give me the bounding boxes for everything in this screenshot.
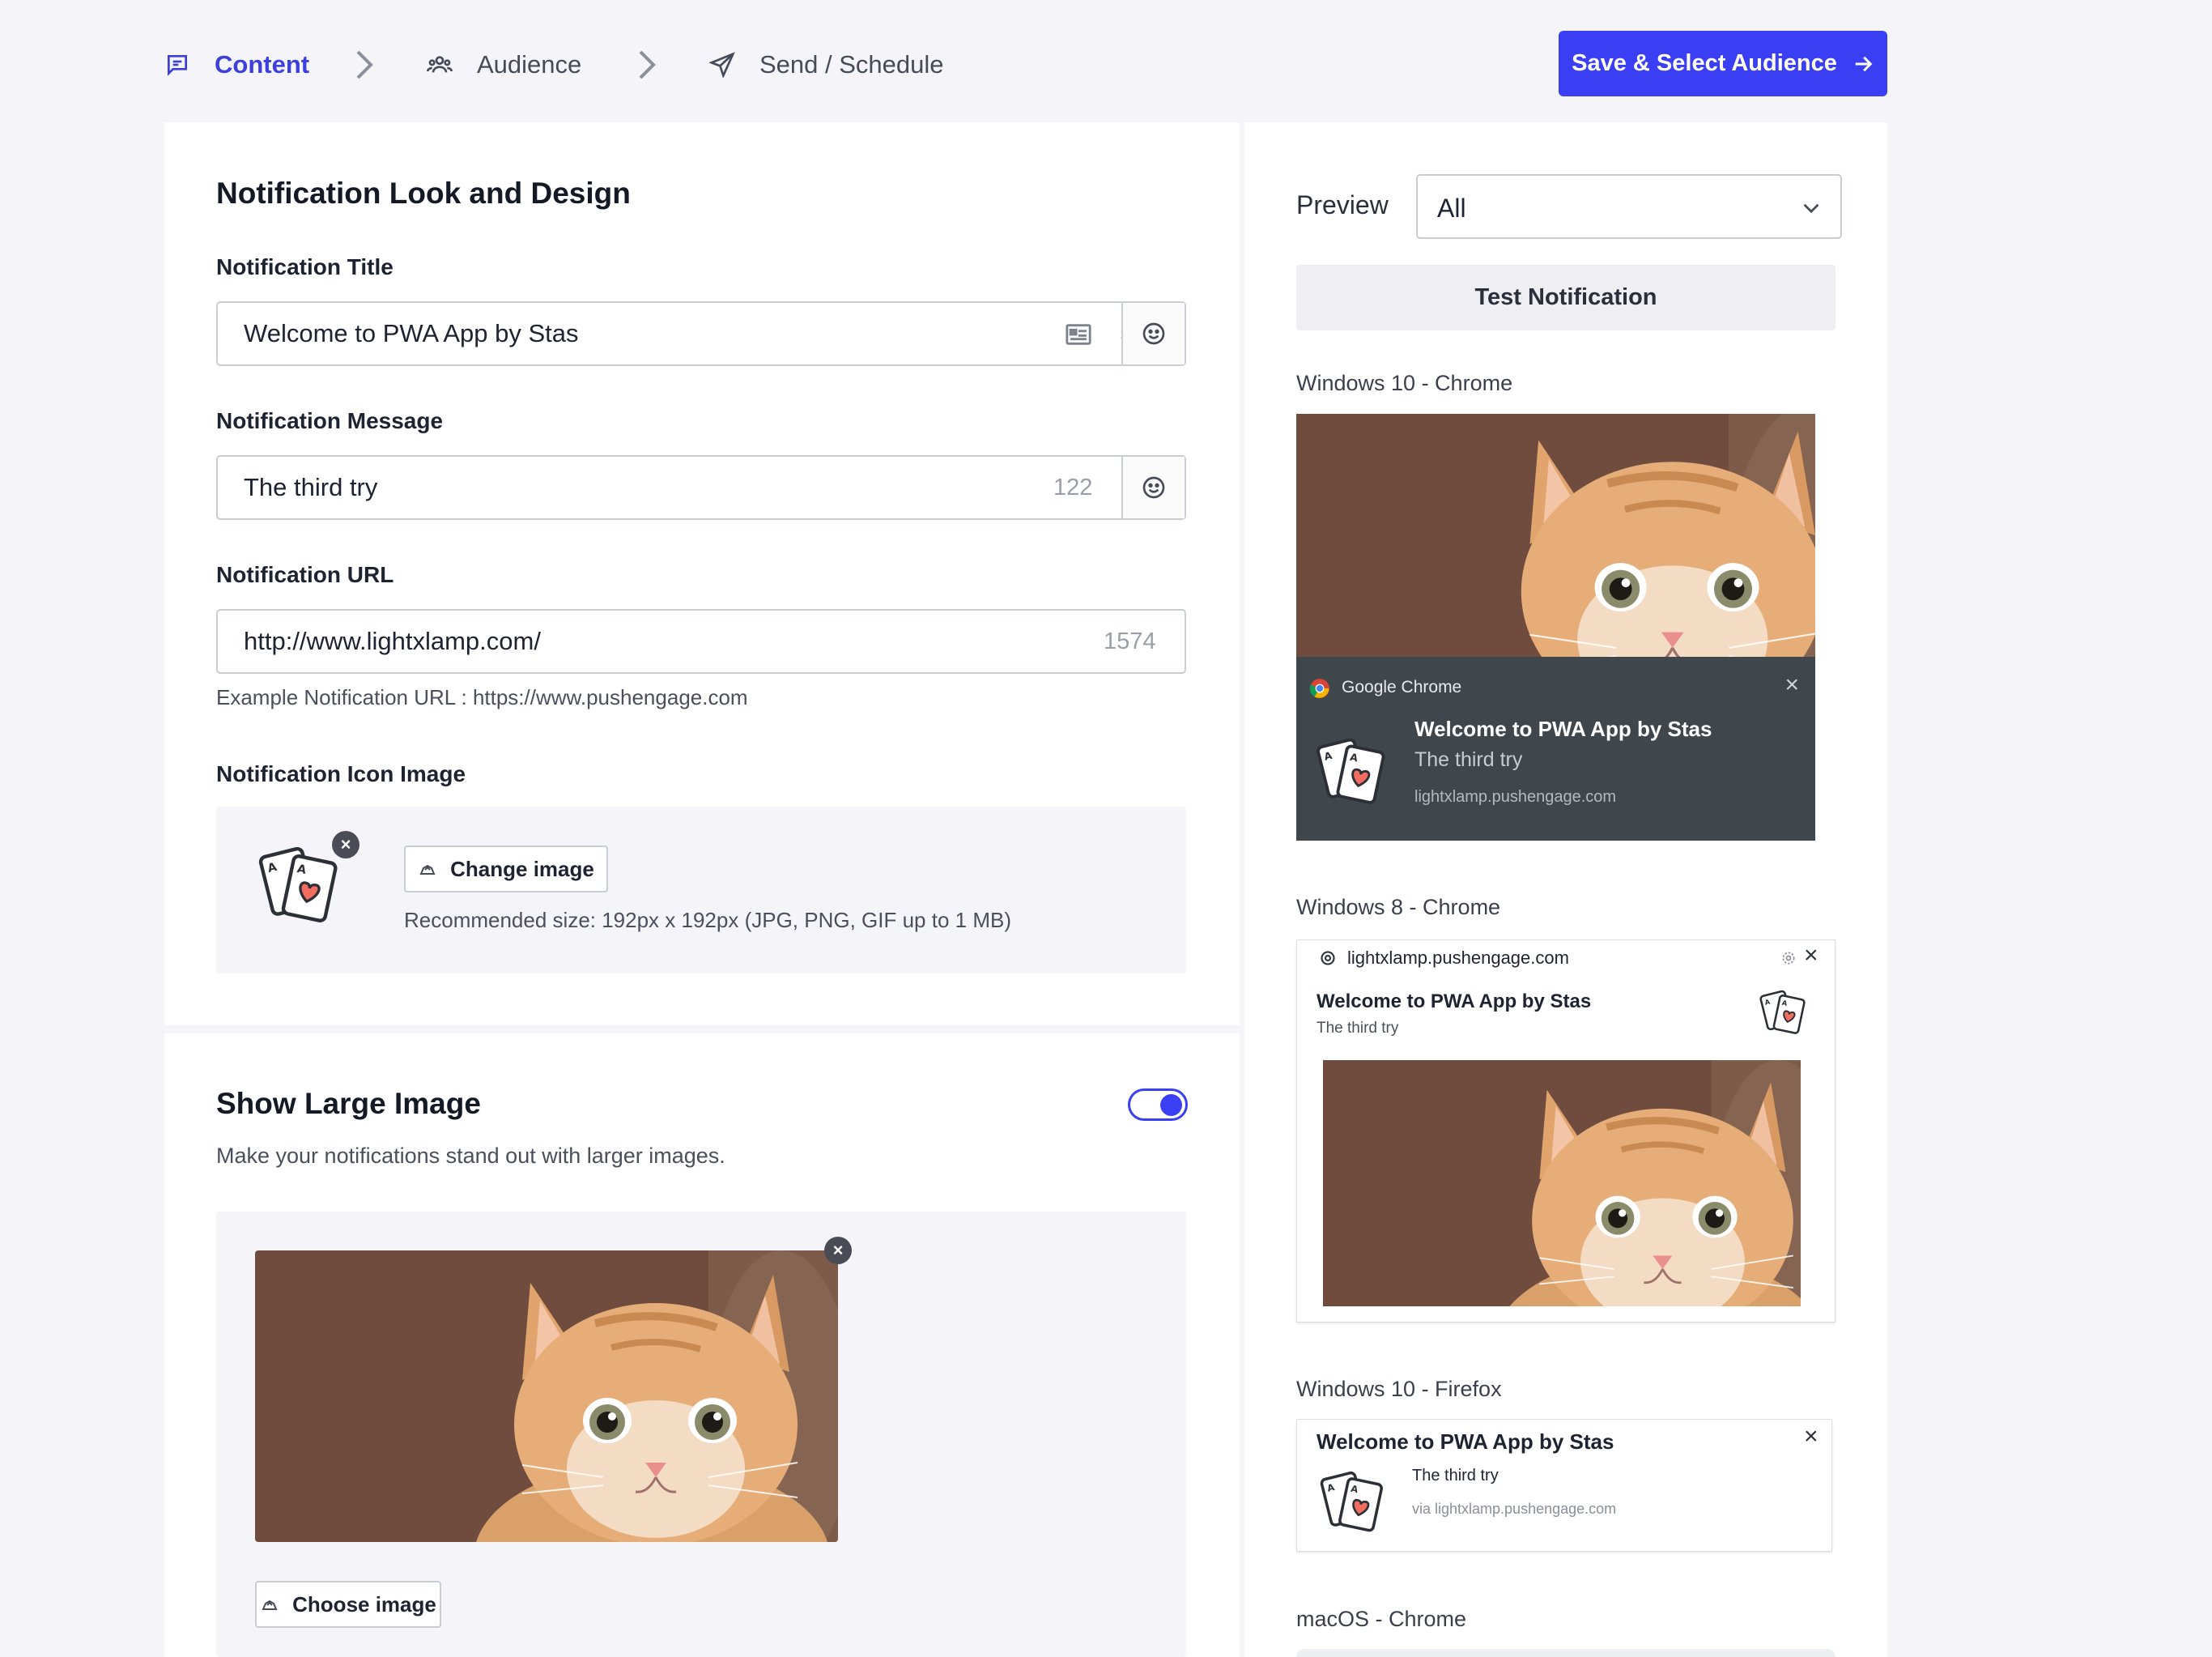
- smiley-icon: [1142, 476, 1165, 499]
- upload-cloud-icon: [262, 1599, 278, 1610]
- step-send-schedule-label: Send / Schedule: [759, 50, 944, 79]
- arrow-right-icon: [1855, 56, 1873, 71]
- chrome-logo-icon: [1321, 951, 1335, 965]
- change-image-label: Change image: [450, 856, 594, 881]
- change-image-button[interactable]: Change image: [404, 846, 608, 892]
- test-notification-button[interactable]: Test Notification: [1296, 265, 1836, 330]
- smiley-icon: [1142, 322, 1165, 345]
- users-icon: [427, 56, 453, 73]
- step-content-label: Content: [215, 50, 310, 79]
- step-audience[interactable]: Audience: [427, 42, 581, 87]
- close-icon[interactable]: ×: [1804, 1423, 1819, 1450]
- large-image-cat-preview: [255, 1250, 838, 1542]
- url-char-count: 1574: [1104, 628, 1156, 654]
- message-char-count: 122: [1053, 475, 1093, 501]
- win8-chrome-domain: lightxlamp.pushengage.com: [1347, 948, 1569, 968]
- preview-select-value: All: [1437, 194, 1466, 223]
- win10-chrome-browser-name: Google Chrome: [1342, 678, 1462, 696]
- look-design-heading: Notification Look and Design: [216, 177, 631, 210]
- win10-chrome-hero-image: [1296, 414, 1815, 657]
- gear-icon[interactable]: [1780, 950, 1797, 966]
- win8-chrome-message: The third try: [1317, 1020, 1399, 1037]
- win10-firefox-notification-icon: [1317, 1465, 1388, 1536]
- template-icon[interactable]: [1065, 322, 1092, 347]
- notification-message-value: The third try: [244, 473, 378, 501]
- close-icon[interactable]: ×: [1784, 671, 1799, 699]
- choose-image-button[interactable]: Choose image: [255, 1581, 441, 1628]
- win10-chrome-domain: lightxlamp.pushengage.com: [1414, 788, 1617, 806]
- icon-image-label: Notification Icon Image: [216, 761, 466, 786]
- save-select-audience-button[interactable]: Save & Select Audience: [1559, 31, 1887, 96]
- notification-url-label: Notification URL: [216, 562, 394, 587]
- title-emoji-button[interactable]: [1121, 303, 1185, 364]
- chevron-down-icon: [1803, 203, 1819, 214]
- win10-chrome-message: The third try: [1414, 748, 1523, 771]
- notification-message-label: Notification Message: [216, 408, 444, 433]
- win8-chrome-hero-image: [1323, 1060, 1801, 1306]
- win8-chrome-heading: Windows 8 - Chrome: [1296, 895, 1501, 919]
- url-example-help: Example Notification URL : https://www.p…: [216, 685, 748, 709]
- notification-title-field[interactable]: Welcome to PWA App by Stas 59: [216, 301, 1186, 366]
- large-image-toggle[interactable]: [1128, 1088, 1188, 1121]
- playing-cards-icon-image: [254, 839, 343, 928]
- win10-firefox-domain: via lightxlamp.pushengage.com: [1412, 1501, 1617, 1517]
- macos-chrome-heading: macOS - Chrome: [1296, 1607, 1467, 1631]
- win10-chrome-notification: Google Chrome × Welcome to PWA App by St…: [1296, 657, 1815, 841]
- icon-image-box: [216, 807, 1186, 973]
- large-image-heading: Show Large Image: [216, 1087, 481, 1120]
- preview-platform-select[interactable]: All: [1416, 174, 1842, 239]
- win10-chrome-title: Welcome to PWA App by Stas: [1414, 717, 1712, 741]
- step-send-schedule[interactable]: Send / Schedule: [709, 42, 944, 87]
- upload-cloud-icon: [419, 864, 436, 875]
- win10-firefox-title: Welcome to PWA App by Stas: [1317, 1429, 1614, 1454]
- icon-size-recommendation: Recommended size: 192px x 192px (JPG, PN…: [404, 908, 1011, 932]
- win8-chrome-title: Welcome to PWA App by Stas: [1317, 990, 1592, 1012]
- remove-icon-image-button[interactable]: ×: [332, 831, 359, 858]
- notification-message-field[interactable]: The third try 122: [216, 455, 1186, 520]
- choose-image-label: Choose image: [292, 1591, 436, 1617]
- win10-firefox-preview: Welcome to PWA App by Stas × The third t…: [1296, 1419, 1832, 1552]
- toggle-knob: [1160, 1094, 1182, 1116]
- send-icon: [709, 52, 735, 78]
- win10-chrome-notification-icon: [1312, 731, 1390, 809]
- remove-large-image-button[interactable]: ×: [824, 1237, 852, 1264]
- close-icon[interactable]: ×: [1804, 942, 1819, 969]
- message-emoji-button[interactable]: [1121, 457, 1185, 518]
- macos-chrome-preview: [1296, 1649, 1836, 1657]
- win10-chrome-preview: Google Chrome × Welcome to PWA App by St…: [1296, 414, 1815, 841]
- win10-firefox-heading: Windows 10 - Firefox: [1296, 1377, 1502, 1401]
- win8-chrome-notification-icon: [1757, 986, 1809, 1037]
- win10-firefox-message: The third try: [1412, 1467, 1499, 1484]
- message-square-icon: [168, 55, 187, 76]
- chevron-right-icon: [356, 50, 373, 79]
- win10-chrome-heading: Windows 10 - Chrome: [1296, 371, 1513, 395]
- large-image-description: Make your notifications stand out with l…: [216, 1144, 725, 1168]
- win8-chrome-preview: lightxlamp.pushengage.com × Welcome to P…: [1296, 939, 1836, 1323]
- notification-title-value: Welcome to PWA App by Stas: [244, 319, 579, 347]
- chrome-logo-icon: [1309, 679, 1329, 698]
- chevron-right-icon: [639, 50, 656, 79]
- notification-url-field[interactable]: http://www.lightxlamp.com/ 1574: [216, 609, 1186, 674]
- step-audience-label: Audience: [477, 50, 582, 79]
- preview-label: Preview: [1296, 190, 1389, 219]
- save-select-audience-label: Save & Select Audience: [1572, 50, 1837, 76]
- notification-title-label: Notification Title: [216, 254, 393, 279]
- notification-url-value: http://www.lightxlamp.com/: [244, 627, 541, 655]
- step-content[interactable]: Content: [164, 42, 309, 87]
